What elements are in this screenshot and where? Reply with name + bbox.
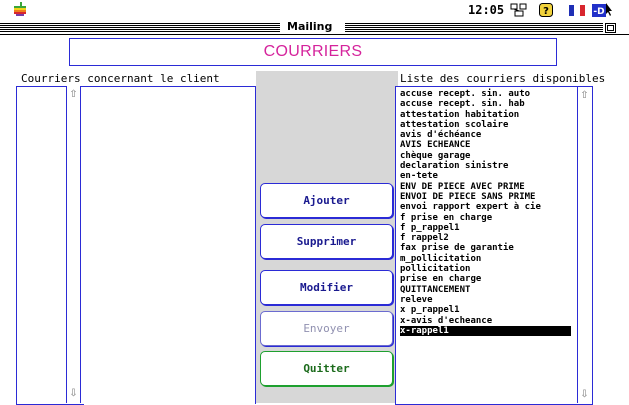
title-stripes-left — [0, 23, 280, 32]
list-item[interactable]: AVIS ECHEANCE — [400, 140, 571, 150]
scroll-up-arrow-icon[interactable]: ⇧ — [579, 90, 590, 101]
list-item[interactable]: avis d'échéance — [400, 130, 571, 140]
modifier-button[interactable]: Modifier — [260, 270, 393, 305]
list-item[interactable]: envoi rapport expert à cie — [400, 202, 571, 212]
scroll-down-arrow-icon[interactable]: ⇩ — [68, 388, 79, 399]
list-item[interactable]: fax prise de garantie — [400, 243, 571, 253]
available-letters-list[interactable]: accuse recept. sin. auto accuse recept. … — [395, 86, 593, 405]
svg-text:?: ? — [543, 6, 549, 17]
list-item[interactable]: ENV DE PIECE AVEC PRIME — [400, 182, 571, 192]
list-item[interactable]: x-avis d'echeance — [400, 316, 571, 326]
list-item[interactable]: chèque garage — [400, 151, 571, 161]
list-item[interactable]: QUITTANCEMENT — [400, 285, 571, 295]
scroll-down-arrow-icon[interactable]: ⇩ — [579, 389, 590, 400]
window-title-bar[interactable]: Mailing — [0, 20, 629, 35]
list-item[interactable]: m_pollicitation — [400, 254, 571, 264]
window-title: Mailing — [283, 20, 337, 33]
list-item[interactable]: attestation scolaire — [400, 120, 571, 130]
help-icon[interactable]: ? — [539, 3, 553, 17]
list-item[interactable]: en-tete — [400, 171, 571, 181]
left-scrollbar[interactable]: ⇧ ⇩ — [66, 86, 81, 403]
page-header: COURRIERS — [69, 38, 557, 66]
right-scrollbar[interactable]: ⇧ ⇩ — [577, 87, 591, 403]
supprimer-button[interactable]: Supprimer — [260, 224, 393, 259]
quitter-button[interactable]: Quitter — [260, 351, 393, 386]
apple-logo-icon[interactable] — [13, 2, 27, 16]
left-panel-area — [83, 86, 256, 404]
scroll-up-arrow-icon[interactable]: ⇧ — [68, 89, 79, 100]
application-icon[interactable] — [510, 3, 528, 17]
list-item[interactable]: prise en charge — [400, 274, 571, 284]
page-title: COURRIERS — [263, 43, 363, 60]
flag-icon[interactable] — [569, 5, 585, 16]
list-item[interactable]: pollicitation — [400, 264, 571, 274]
left-panel-label: Courriers concernant le client — [21, 72, 220, 85]
right-panel-label: Liste des courriers disponibles — [400, 72, 606, 85]
list-item[interactable]: f rappel2 — [400, 233, 571, 243]
list-item[interactable]: x p_rappel1 — [400, 305, 571, 315]
list-item[interactable]: accuse recept. sin. auto — [400, 89, 571, 99]
list-item[interactable]: releve — [400, 295, 571, 305]
ajouter-button[interactable]: Ajouter — [260, 183, 393, 218]
keyboard-icon[interactable]: -D — [592, 3, 612, 18]
title-stripes-right — [345, 23, 603, 32]
list-item[interactable]: f p_rappel1 — [400, 223, 571, 233]
svg-text:-D: -D — [593, 7, 604, 17]
menubar-clock: 12:05 — [468, 3, 505, 17]
list-item[interactable]: attestation habitation — [400, 110, 571, 120]
menu-bar: 12:05 ? -D — [0, 0, 629, 20]
list-item[interactable]: ENVOI DE PIECE SANS PRIME — [400, 192, 571, 202]
letters-items: accuse recept. sin. auto accuse recept. … — [400, 89, 571, 337]
list-item-selected[interactable]: x-rappel1 — [400, 325, 571, 337]
list-item[interactable]: declaration sinistre — [400, 161, 571, 171]
envoyer-button[interactable]: Envoyer — [260, 311, 393, 346]
list-item[interactable]: accuse recept. sin. hab — [400, 99, 571, 109]
list-item[interactable]: f prise en charge — [400, 213, 571, 223]
zoom-box-icon[interactable] — [605, 23, 616, 33]
